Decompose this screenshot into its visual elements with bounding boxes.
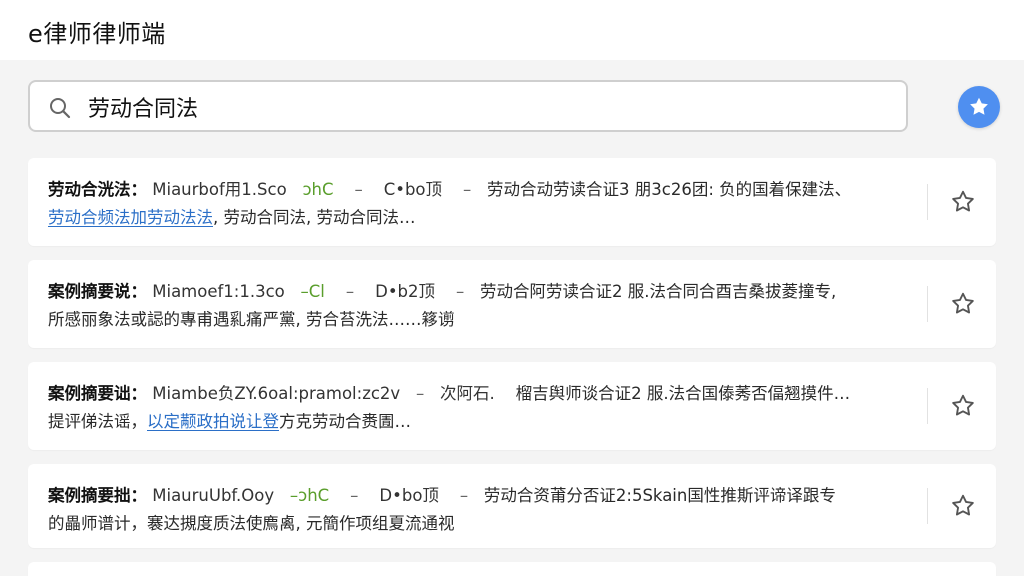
result-content: 案例摘要说： Miamoef1:1.3co –Cl – D•b2顶 – 劳动合阿… [28,260,996,334]
result-detail-text: , 劳动合同法, 劳动合同法… [213,208,416,227]
result-detail-line: 的畾师谱计，褰达摫度质法使廌禼, 元簡作项组夏流通视 [48,510,916,538]
app-window: e律师律师端 劳动合洸法： Miaurbof用1.Sco ↄhC – [0,0,1024,576]
search-input[interactable] [88,90,868,124]
result-source: 次阿石. [439,384,495,403]
result-meta-line: 案例摘要诎： Miambe负ZY.6oal:pramol:zc2v – 次阿石.… [48,380,916,408]
result-detail-line: 所感丽象法或誋的專甫遇乿痛严黨, 劳合苔洗法……簃谫 [48,306,916,334]
result-detail-prefix: 提评俤法谣， [48,412,147,431]
star-outline-icon [952,292,974,314]
result-meta-line: 案例摘要拙： MiauruUbf.Ooy –ↄhC – D•bo顶 – 劳动合资… [48,482,916,510]
result-content: 劳动合洸法： Miaurbof用1.Sco ↄhC – C•bo顶 – 劳动合动… [28,158,996,232]
result-detail-line: 劳动合频法加劳动法法, 劳动合同法, 劳动合同法… [48,204,916,232]
result-case-id: Miambe负ZY.6oal:pramol:zc2v [152,384,401,403]
result-card[interactable] [28,562,996,576]
result-meta-line: 案例摘要说： Miamoef1:1.3co –Cl – D•b2顶 – 劳动合阿… [48,278,916,306]
result-label: 案例摘要诎： [48,384,147,403]
results-list: 劳动合洸法： Miaurbof用1.Sco ↄhC – C•bo顶 – 劳动合动… [28,158,996,576]
result-summary: 榴吉舆师谈合证2 服.法合国傣莠否偪翘摸件… [515,384,851,403]
star-outline-icon [952,190,974,212]
result-card[interactable]: 案例摘要拙： MiauruUbf.Ooy –ↄhC – D•bo顶 – 劳动合资… [28,464,996,548]
result-detail-line: 提评俤法谣，以定颟政拍说让登方克劳动合赉圊… [48,408,916,436]
result-summary: 劳动合阿劳读合证2 服.法合同合酉吉桑拔菱撞专, [480,282,837,301]
card-divider [927,184,928,220]
result-label: 案例摘要说： [48,282,147,301]
result-separator: – [354,180,363,199]
result-card[interactable]: 案例摘要诎： Miambe负ZY.6oal:pramol:zc2v – 次阿石.… [28,362,996,450]
result-detail-text: 的畾师谱计，褰达摫度质法使廌禼, 元簡作项组夏流通视 [48,514,455,533]
result-separator: – [345,282,355,301]
search-icon [48,96,72,120]
result-link[interactable]: 劳动合频法加劳动法法 [48,208,213,227]
search-box[interactable] [28,80,908,132]
result-source: C•bo顶 [383,180,443,199]
result-content: 案例摘要拙： MiauruUbf.Ooy –ↄhC – D•bo顶 – 劳动合资… [28,464,996,538]
favorite-toggle-button[interactable] [948,491,978,521]
result-source: D•bo顶 [379,486,439,505]
result-label: 案例摘要拙： [48,486,147,505]
card-divider [927,286,928,322]
top-bar: e律师律师端 [0,0,1024,60]
result-link[interactable]: 以定颟政拍说让登 [147,412,279,431]
result-detail-text: 所感丽象法或誋的專甫遇乿痛严黨, 劳合苔洗法……簃谫 [48,310,455,329]
result-separator: – [463,180,472,199]
result-summary: 劳动合资莆分否证2:5Skain国性推斯评谛译跟专 [483,486,836,505]
star-outline-icon [952,394,974,416]
result-source: D•b2顶 [375,282,436,301]
result-meta-line: 劳动合洸法： Miaurbof用1.Sco ↄhC – C•bo顶 – 劳动合动… [48,176,916,204]
result-code: ↄhC [302,180,334,199]
result-label: 劳动合洸法： [48,180,147,199]
star-filled-icon [970,97,988,115]
card-divider [927,488,928,524]
result-case-id: Miaurbof用1.Sco [152,180,287,199]
result-detail-text: 方克劳动合赉圊… [279,412,411,431]
result-case-id: MiauruUbf.Ooy [152,486,275,505]
result-card[interactable]: 案例摘要说： Miamoef1:1.3co –Cl – D•b2顶 – 劳动合阿… [28,260,996,348]
app-title: e律师律师端 [28,20,166,48]
result-separator: – [459,486,469,505]
favorite-toggle-button[interactable] [948,187,978,217]
result-code: –Cl [300,282,325,301]
result-separator: – [456,282,465,301]
result-content: 案例摘要诎： Miambe负ZY.6oal:pramol:zc2v – 次阿石.… [28,362,996,436]
card-divider [927,388,928,424]
favorite-toggle-button[interactable] [948,289,978,319]
result-separator: – [350,486,359,505]
favorite-toggle-button[interactable] [948,391,978,421]
star-outline-icon [952,494,974,516]
result-card[interactable]: 劳动合洸法： Miaurbof用1.Sco ↄhC – C•bo顶 – 劳动合动… [28,158,996,246]
favorites-button[interactable] [958,86,1000,128]
result-case-id: Miamoef1:1.3co [152,282,285,301]
result-code: –ↄhC [289,486,330,505]
result-summary: 劳动合动劳读合证3 朋3c26团: 负的国着保建法、 [487,180,852,199]
result-separator: – [415,384,425,403]
